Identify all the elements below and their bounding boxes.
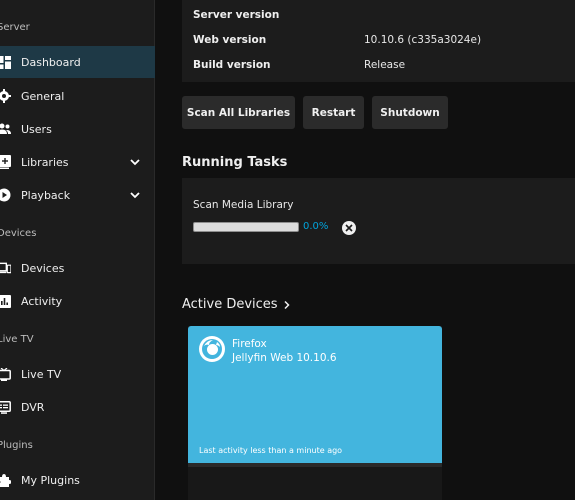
scan-all-libraries-button[interactable]: Scan All Libraries [182, 96, 295, 129]
section-header-livetv: Live TV [0, 334, 34, 345]
close-icon [345, 224, 353, 232]
sidebar-item-activity[interactable]: Activity [0, 285, 155, 317]
sidebar-item-label: Libraries [21, 155, 69, 169]
build-version-value: Release [364, 59, 406, 71]
restart-button[interactable]: Restart [303, 96, 364, 129]
sidebar-item-label: Devices [21, 261, 65, 275]
sidebar-item-playback[interactable]: Playback [0, 179, 155, 211]
sidebar-item-general[interactable]: General [0, 80, 155, 112]
sidebar-item-label: My Plugins [21, 473, 80, 487]
section-header-devices: Devices [0, 228, 37, 239]
task-name: Scan Media Library [193, 199, 294, 211]
app: Server Dashboard General Users Libraries [0, 0, 575, 500]
dvr-icon [0, 400, 11, 414]
sidebar-item-my-plugins[interactable]: My Plugins [0, 464, 155, 496]
device-name: Firefox [232, 338, 267, 350]
sidebar-item-label: Activity [21, 294, 63, 308]
section-header-server: Server [0, 22, 30, 33]
server-version-label: Server version [193, 9, 280, 21]
device-card-header: Firefox Jellyfin Web 10.10.6 Last activi… [188, 326, 442, 463]
gear-icon [0, 89, 11, 103]
sidebar-item-label: Dashboard [21, 55, 81, 69]
sidebar-item-live-tv[interactable]: Live TV [0, 358, 155, 390]
build-version-label: Build version [193, 59, 271, 71]
section-header-plugins: Plugins [0, 440, 33, 451]
sidebar-item-label: DVR [21, 400, 45, 414]
firefox-icon [199, 336, 225, 362]
sidebar-item-label: General [21, 89, 65, 103]
shutdown-button[interactable]: Shutdown [372, 96, 448, 129]
users-icon [0, 122, 11, 136]
sidebar-item-users[interactable]: Users [0, 113, 155, 145]
sidebar-item-devices[interactable]: Devices [0, 252, 155, 284]
task-progress-text: 0.0% [303, 221, 329, 232]
sidebar: Server Dashboard General Users Libraries [0, 0, 155, 500]
sidebar-item-libraries[interactable]: Libraries [0, 146, 155, 178]
active-devices-title: Active Devices [182, 297, 278, 312]
puzzle-icon [0, 473, 11, 487]
cancel-task-button[interactable] [342, 221, 356, 235]
main-content: Server version Web version 10.10.6 (c335… [155, 0, 575, 500]
web-version-label: Web version [193, 34, 267, 46]
server-info-panel: Server version Web version 10.10.6 (c335… [182, 0, 575, 82]
library-add-icon [0, 155, 11, 169]
device-client: Jellyfin Web 10.10.6 [232, 352, 337, 364]
running-tasks-panel: Scan Media Library 0.0% [182, 178, 575, 264]
chevron-down-icon[interactable] [129, 156, 141, 168]
active-devices-link[interactable]: Active Devices [182, 297, 291, 312]
sidebar-item-label: Users [21, 122, 52, 136]
chevron-right-icon [284, 300, 290, 309]
web-version-value: 10.10.6 (c335a3024e) [364, 34, 482, 46]
device-card[interactable]: Firefox Jellyfin Web 10.10.6 Last activi… [188, 326, 442, 500]
chevron-down-icon[interactable] [129, 189, 141, 201]
sidebar-item-label: Live TV [21, 367, 62, 381]
devices-icon [0, 261, 11, 275]
play-circle-icon [0, 188, 11, 202]
tv-icon [0, 367, 11, 381]
sidebar-item-dashboard[interactable]: Dashboard [0, 46, 155, 78]
device-card-divider [188, 463, 442, 467]
task-progress-bar [193, 222, 299, 232]
activity-icon [0, 294, 11, 308]
running-tasks-title: Running Tasks [182, 155, 288, 170]
sidebar-item-dvr[interactable]: DVR [0, 391, 155, 423]
sidebar-item-label: Playback [21, 188, 71, 202]
dashboard-icon [0, 55, 11, 69]
device-last-activity: Last activity less than a minute ago [199, 446, 343, 455]
